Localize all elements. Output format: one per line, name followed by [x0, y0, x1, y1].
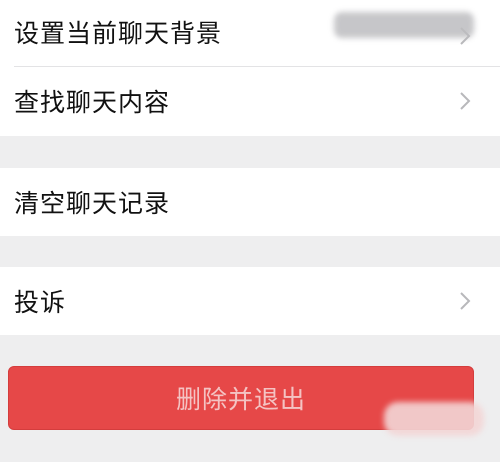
watermark-blur — [384, 402, 484, 436]
privacy-blur — [334, 12, 474, 38]
row-label: 设置当前聊天背景 — [14, 19, 223, 48]
row-search-chat-content[interactable]: 查找聊天内容 — [0, 67, 500, 135]
chevron-right-icon — [460, 292, 471, 310]
row-clear-chat-history[interactable]: 清空聊天记录 — [0, 168, 500, 236]
row-set-chat-background[interactable]: 设置当前聊天背景 — [0, 0, 500, 66]
chevron-right-icon — [460, 92, 471, 110]
row-label: 投诉 — [14, 288, 67, 317]
row-label: 清空聊天记录 — [14, 189, 171, 218]
row-report[interactable]: 投诉 — [0, 267, 500, 335]
row-label: 查找聊天内容 — [14, 88, 171, 117]
